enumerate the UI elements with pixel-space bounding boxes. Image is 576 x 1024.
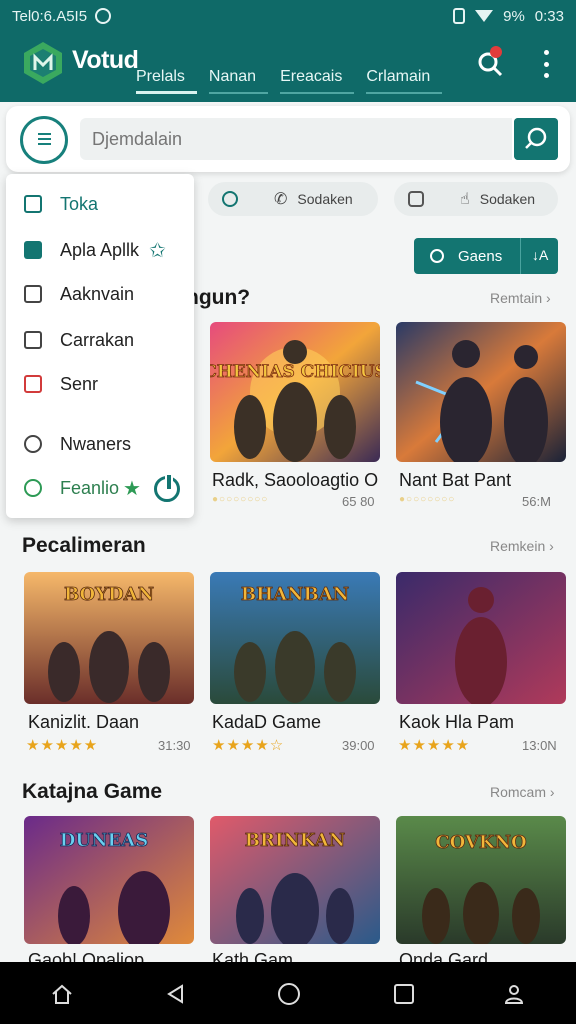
app-icon — [24, 241, 42, 259]
game-art-title: BOYDAN — [64, 584, 154, 605]
game-card-title[interactable]: Kaok Hla Pam — [399, 712, 514, 733]
menu-button[interactable] — [20, 116, 68, 164]
battery-level: 9% — [503, 7, 525, 25]
notification-badge — [490, 46, 502, 58]
game-card-meta: 65 80 — [342, 494, 375, 509]
home-icon — [24, 195, 42, 213]
filter-chip-1[interactable]: ✆ Sodaken — [208, 182, 378, 216]
section-title: ngun? — [186, 286, 251, 309]
record-icon — [24, 375, 42, 393]
drawer-item-carrakan[interactable]: Carrakan — [6, 320, 194, 360]
status-time-right: 0:33 — [534, 7, 564, 25]
game-card-meta: 13:0N — [522, 738, 557, 753]
rating-stars: ●○○○○○○○ — [399, 494, 456, 505]
game-card-title[interactable]: Radk, Saooloagtio O — [212, 470, 378, 491]
game-card-title[interactable]: KadaD Game — [212, 712, 321, 733]
game-card-image[interactable]: DUNEAS — [24, 816, 194, 944]
drawer-item-senr[interactable]: Senr — [6, 364, 194, 404]
game-art-title: DUNEAS — [60, 830, 148, 851]
game-art-title: BHANBAN — [241, 584, 349, 605]
filter-chip-2[interactable]: ☝ Sodaken — [394, 182, 558, 216]
section-title: Pecalimeran — [22, 534, 146, 557]
drawer-item-toka[interactable]: Toka — [6, 184, 194, 224]
folder-icon — [24, 331, 42, 349]
more-options-icon[interactable] — [538, 50, 554, 78]
status-bar: Tel0:6.A5I5 9% 0:33 — [0, 0, 576, 32]
chat-icon — [408, 191, 424, 207]
rating-stars: ★★★★★ — [26, 737, 99, 754]
game-art-title: COVKNO — [435, 832, 526, 853]
search-button[interactable] — [514, 118, 558, 160]
tab-nanan[interactable]: Nanan — [208, 68, 269, 96]
app-title: Votud — [72, 46, 139, 74]
document-icon — [24, 285, 42, 303]
game-card-title[interactable]: Kanizlit. Daan — [28, 712, 139, 733]
game-card-title[interactable]: Nant Bat Pant — [399, 470, 511, 491]
vibrate-icon — [453, 8, 466, 24]
drawer-item-aaknvain[interactable]: Aaknvain — [6, 274, 194, 314]
chip-label: Sodaken — [297, 191, 353, 207]
users-icon — [24, 435, 42, 453]
game-card-meta: 31:30 — [158, 738, 191, 753]
rating-stars: ★★★★★ — [398, 737, 471, 754]
wifi-icon — [475, 10, 494, 22]
home-icon[interactable] — [50, 982, 74, 1006]
star-icon: ★ — [123, 477, 141, 500]
status-time-left: Tel0:6.A5I5 — [12, 7, 88, 25]
section-more-link[interactable]: Remkein › — [490, 538, 554, 554]
back-icon[interactable] — [164, 982, 188, 1006]
app-bar: Votud Prelals Nanan Ereacais Crlamain — [0, 32, 576, 102]
game-card-image[interactable] — [396, 322, 566, 462]
game-card-image[interactable]: COVKNO — [396, 816, 566, 944]
game-card-meta: 56:M — [522, 494, 551, 509]
section-more-link[interactable]: Romcam › — [490, 784, 555, 800]
games-button[interactable]: Gaens ↓A — [414, 238, 558, 274]
drawer-item-feanlio[interactable]: Feanlio ★ — [6, 468, 146, 508]
rating-stars: ●○○○○○○○ — [212, 494, 269, 505]
clock-icon — [24, 479, 42, 497]
power-icon[interactable] — [154, 473, 180, 502]
game-card-image[interactable]: CHENIAS CHICIUS — [210, 322, 380, 462]
drawer-item-nwaners[interactable]: Nwaners — [6, 424, 194, 464]
side-drawer-menu: Toka Apla Apllk ✩ Aaknvain Carrakan Senr… — [6, 174, 194, 518]
sort-icon[interactable]: ↓A — [532, 247, 548, 263]
app-logo-icon — [24, 42, 62, 84]
game-card-image[interactable]: BRINKAN — [210, 816, 380, 944]
top-tabs: Prelals Nanan Ereacais Crlamain — [136, 68, 454, 96]
drawer-item-apla-apllk[interactable]: Apla Apllk ✩ — [6, 230, 194, 270]
system-navigation-bar — [0, 962, 576, 1024]
game-art-title: CHENIAS CHICIUS — [210, 362, 380, 382]
tab-ereacais[interactable]: Ereacais — [280, 68, 355, 96]
game-card-image[interactable] — [396, 572, 566, 704]
tab-crlamain[interactable]: Crlamain — [366, 68, 443, 96]
profile-icon[interactable] — [502, 982, 526, 1006]
game-card-meta: 39:00 — [342, 738, 375, 753]
tab-prelals[interactable]: Prelals — [136, 68, 197, 96]
game-card-image[interactable]: BHANBAN — [210, 572, 380, 704]
notification-dot-icon — [95, 8, 112, 24]
search-input[interactable] — [80, 118, 512, 160]
recents-icon[interactable] — [392, 982, 416, 1006]
section-title: Katajna Game — [22, 780, 163, 803]
search-icon — [430, 249, 444, 263]
games-button-label: Gaens — [458, 247, 503, 265]
search-bar — [6, 106, 570, 172]
rating-stars: ★★★★☆ — [212, 737, 285, 754]
game-card-image[interactable]: BOYDAN — [24, 572, 194, 704]
chip-label: Sodaken — [479, 191, 536, 207]
location-icon — [222, 191, 238, 207]
star-icon: ✩ — [149, 239, 166, 262]
section-more-link[interactable]: Remtain › — [490, 290, 551, 306]
phone-icon: ✆ — [274, 191, 288, 208]
thumb-icon: ☝ — [460, 191, 470, 208]
game-art-title: BRINKAN — [245, 830, 345, 851]
circle-home-icon[interactable] — [277, 982, 301, 1006]
